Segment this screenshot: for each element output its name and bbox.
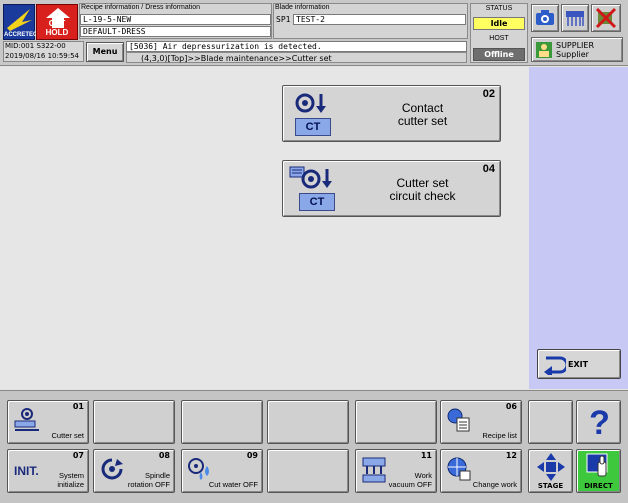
key-label: Cutter set: [51, 431, 84, 440]
change-work-key[interactable]: 12 Change work: [440, 449, 522, 493]
recipe-list-key[interactable]: 06 Recipe list: [440, 400, 522, 444]
dress-field: DEFAULT-DRESS: [80, 26, 271, 37]
direct-hand-icon: [586, 453, 608, 477]
accretech-swoosh-icon: [7, 9, 32, 31]
key-label: System initialize: [57, 471, 84, 489]
recipe-info-label: Recipe information / Dress information: [81, 4, 201, 11]
stage-button[interactable]: STAGE: [528, 449, 573, 493]
help-button[interactable]: ?: [576, 400, 621, 444]
empty-key[interactable]: [355, 400, 437, 444]
recipe-list-icon: [447, 408, 470, 432]
cancel-x-icon: [595, 7, 617, 29]
cutter-set-key[interactable]: 01 Cutter set: [7, 400, 89, 444]
key-number: 12: [505, 451, 517, 460]
message-bar: [5036] Air depressurization is detected.: [126, 41, 467, 52]
breadcrumb: (4,3,0)[Top]>>Blade maintenance>>Cutter …: [126, 52, 467, 63]
accretech-logo-text: ACCRETECH: [4, 32, 42, 38]
cutter-set-icon: [14, 408, 39, 431]
exit-button[interactable]: EXIT: [537, 349, 621, 379]
key-number: 07: [72, 451, 84, 460]
empty-key[interactable]: [267, 449, 349, 493]
empty-key[interactable]: [267, 400, 349, 444]
menu-button[interactable]: Menu: [86, 42, 124, 62]
button-label: Contact cutter set: [397, 101, 448, 128]
key-label: Work vacuum OFF: [388, 471, 432, 489]
key-label: Recipe list: [482, 431, 517, 440]
key-number: 06: [505, 402, 517, 411]
stage-label: STAGE: [537, 482, 564, 490]
alarm-cancel-button[interactable]: [591, 4, 621, 32]
datetime: 2019/08/16 10:59:54: [5, 52, 80, 60]
status-value: Idle: [473, 17, 525, 30]
key-label: Cut water OFF: [208, 480, 258, 489]
user-name: Supplier: [556, 50, 589, 59]
empty-key[interactable]: [93, 400, 175, 444]
header-bar: ACCRETECH CUT HOLD Recipe information / …: [0, 0, 628, 66]
empty-key[interactable]: [181, 400, 263, 444]
system-initialize-key[interactable]: 07 INIT. System initialize: [7, 449, 89, 493]
user-button[interactable]: SUPPLIER Supplier: [531, 37, 623, 62]
key-number: 11: [420, 451, 432, 460]
direct-button[interactable]: DIRECT: [576, 449, 621, 493]
button-number: 02: [482, 88, 495, 100]
ct-badge: CT: [299, 193, 335, 211]
blade-field: TEST-2: [293, 14, 466, 25]
key-label: Spindle rotation OFF: [127, 471, 170, 489]
cut-hold-indicator: CUT HOLD: [36, 4, 78, 40]
cut-water-off-key[interactable]: 09 Cut water OFF: [181, 449, 263, 493]
key-number: 09: [246, 451, 258, 460]
button-number: 04: [482, 163, 495, 175]
key-number: 01: [72, 402, 84, 411]
exit-arrow-icon: [544, 356, 566, 375]
key-number: 08: [158, 451, 170, 460]
button-label: Cutter set circuit check: [389, 176, 456, 203]
contact-sensor-icon: [295, 93, 326, 113]
change-work-icon: [447, 457, 471, 481]
side-panel: [529, 67, 628, 389]
circuit-check-icon: [289, 166, 332, 189]
host-label: HOST: [489, 35, 509, 42]
init-icon: INIT.: [14, 464, 39, 478]
camera-button[interactable]: [531, 4, 559, 32]
user-role: SUPPLIER: [556, 41, 595, 50]
help-icon: ?: [589, 404, 610, 442]
status-label: STATUS: [485, 5, 513, 12]
work-vacuum-off-key[interactable]: 11 Work vacuum OFF: [355, 449, 437, 493]
spindle-rotation-icon: [101, 458, 123, 480]
work-vacuum-icon: [362, 457, 386, 483]
empty-square-key[interactable]: [528, 400, 573, 444]
blade-info-label: Blade information: [275, 4, 330, 11]
blade-spindle-label: SP1: [276, 15, 291, 24]
recipe-field: L-19-5-NEW: [80, 14, 271, 25]
comb-tool-icon: [566, 11, 584, 26]
cut-hold-text: CUT HOLD: [45, 19, 69, 37]
host-value: Offline: [473, 48, 525, 61]
spindle-rotation-off-key[interactable]: 08 Spindle rotation OFF: [93, 449, 175, 493]
direct-label: DIRECT: [584, 482, 613, 490]
ct-badge: CT: [295, 118, 331, 136]
stage-arrows-icon: [537, 453, 565, 481]
key-label: Change work: [472, 480, 517, 489]
tool-register-button[interactable]: [561, 4, 589, 32]
contact-cutter-set-button[interactable]: 02 CT Contact cutter set: [282, 85, 501, 142]
accretech-logo: ACCRETECH: [3, 4, 42, 40]
machine-id: MID:001 S322-00: [5, 42, 66, 50]
cutter-set-circuit-check-button[interactable]: 04 CT Cutter set circuit check: [282, 160, 501, 217]
exit-label: EXIT: [568, 360, 589, 369]
camera-icon: [536, 10, 554, 25]
user-icon: [536, 42, 552, 58]
cut-water-icon: [188, 458, 209, 480]
